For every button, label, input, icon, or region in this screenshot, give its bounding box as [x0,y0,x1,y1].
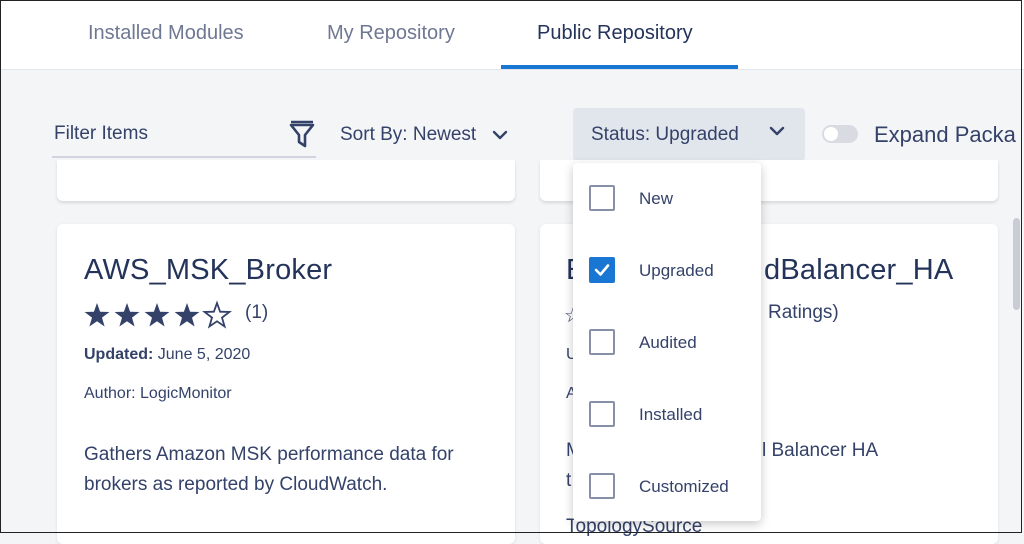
card-title-fragment: dBalancer_HA [764,254,954,286]
status-option-label: New [639,189,674,208]
rating-count-fragment: Ratings) [768,302,839,323]
sort-by-label: Sort By: Newest [340,124,477,145]
tab-bar: Installed Modules My Repository Public R… [0,0,1024,70]
card-description: Gathers Amazon MSK performance data for … [84,444,454,495]
checkmark-icon [594,264,610,276]
status-filter-label: Status: Upgraded [591,124,739,145]
status-option-label: Installed [639,405,703,424]
checkbox[interactable] [589,329,615,355]
author: Author: LogicMonitor [84,385,232,402]
updated-date: Updated: June 5, 2020 [84,346,250,364]
status-option-label: Customized [639,477,729,496]
checkbox[interactable] [589,401,615,427]
description-fragment: t [566,470,572,491]
status-option-installed[interactable]: Installed [573,379,761,451]
star-filled-icon [174,303,200,327]
expand-packages-label: Expand Packa [874,122,1016,147]
star-empty-icon [202,300,232,329]
status-option-audited[interactable]: Audited [573,307,761,379]
status-option-label: Upgraded [639,261,714,280]
description-fragment: l Balancer HA [762,440,879,461]
status-option-new[interactable]: New [573,163,761,235]
chevron-down-icon [769,126,785,136]
rating-stars [84,300,232,329]
filter-icon[interactable] [288,120,316,150]
expand-packages-toggle[interactable] [822,125,858,143]
filter-items-input[interactable] [52,122,276,146]
status-filter-button[interactable]: Status: Upgraded [573,108,805,161]
status-dropdown-menu: New Upgraded Audited Installed Customize… [573,163,761,521]
status-option-label: Audited [639,333,697,352]
rating-count: (1) [245,302,269,323]
status-option-upgraded[interactable]: Upgraded [573,235,761,307]
sort-by-dropdown[interactable]: Sort By: Newest [340,124,508,146]
filter-items-field [52,112,316,158]
tab-installed-modules[interactable]: Installed Modules [88,22,244,45]
checkbox[interactable] [589,185,615,211]
star-filled-icon [144,303,170,327]
updated-label: Updated: [84,346,154,363]
active-tab-indicator [501,65,738,69]
checkbox[interactable] [589,473,615,499]
star-filled-icon [114,303,140,327]
card-partial-top [57,160,515,201]
toggle-knob [824,127,838,141]
scrollbar[interactable] [1013,218,1020,310]
chevron-down-icon [492,130,507,140]
tab-my-repository[interactable]: My Repository [327,22,455,45]
tab-public-repository[interactable]: Public Repository [537,22,693,45]
checkbox-checked[interactable] [589,257,615,283]
star-filled-icon [84,303,110,327]
card-title[interactable]: AWS_MSK_Broker [84,254,332,287]
status-option-customized[interactable]: Customized [573,451,761,523]
updated-value: June 5, 2020 [157,346,251,363]
